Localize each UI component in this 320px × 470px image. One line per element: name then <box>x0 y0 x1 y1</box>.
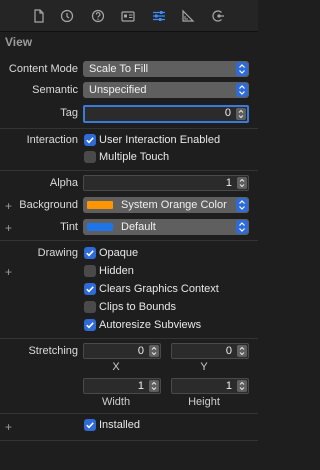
stepper-icon[interactable] <box>149 380 159 392</box>
divider <box>0 440 258 441</box>
stretching-y-field[interactable]: 0 <box>171 343 249 359</box>
stepper-icon[interactable] <box>237 177 247 189</box>
stepper-icon[interactable] <box>237 380 247 392</box>
alpha-value: 1 <box>225 177 232 189</box>
stretching-x-field[interactable]: 0 <box>83 343 161 359</box>
divider <box>0 413 258 414</box>
add-variation-icon[interactable]: + <box>5 266 12 278</box>
content-mode-value: Scale To Fill <box>89 63 149 75</box>
multiple-touch-checkbox[interactable] <box>84 151 96 163</box>
stretching-x-label: X <box>112 361 120 373</box>
stretching-height-field[interactable]: 1 <box>171 378 249 394</box>
stretching-label: Stretching <box>28 345 78 357</box>
history-icon[interactable] <box>60 9 74 23</box>
background-value: System Orange Color <box>121 199 227 211</box>
help-icon[interactable] <box>91 9 105 23</box>
connections-arrow-icon[interactable] <box>211 9 225 23</box>
background-color-swatch <box>87 201 113 209</box>
divider <box>0 240 258 241</box>
chevron-updown-icon <box>236 83 248 97</box>
hidden-checkbox[interactable] <box>84 265 96 277</box>
stretching-y-label: Y <box>200 361 208 373</box>
stretching-width-value: 1 <box>137 380 144 392</box>
divider <box>0 338 258 339</box>
checkmark-icon <box>86 422 94 429</box>
stretching-width-field[interactable]: 1 <box>83 378 161 394</box>
stretching-width-label: Width <box>101 396 131 408</box>
opaque-checkbox[interactable] <box>84 247 96 259</box>
tag-field[interactable]: 0 <box>83 105 249 123</box>
background-color-popup[interactable]: System Orange Color <box>83 197 249 213</box>
interaction-label: Interaction <box>26 134 78 146</box>
stretching-y-value: 0 <box>225 345 232 357</box>
size-ruler-icon[interactable] <box>181 9 195 23</box>
autoresize-label: Autoresize Subviews <box>99 319 202 331</box>
semantic-popup[interactable]: Unspecified <box>83 82 249 98</box>
alpha-label: Alpha <box>49 177 78 189</box>
chevron-updown-icon <box>236 198 248 212</box>
clips-to-bounds-checkbox[interactable] <box>84 301 96 313</box>
clears-graphics-checkbox[interactable] <box>84 283 96 295</box>
stepper-icon[interactable] <box>149 345 159 357</box>
checkmark-icon <box>86 322 94 329</box>
chevron-updown-icon <box>236 62 248 76</box>
alpha-field[interactable]: 1 <box>83 175 249 191</box>
tint-value: Default <box>121 221 156 233</box>
checkmark-icon <box>86 137 94 144</box>
checkmark-icon <box>86 286 94 293</box>
stretching-x-value: 0 <box>137 345 144 357</box>
attributes-sliders-icon[interactable] <box>152 9 166 23</box>
opaque-label: Opaque <box>99 247 139 259</box>
divider <box>0 128 258 129</box>
user-interaction-label: User Interaction Enabled <box>99 134 221 146</box>
stretching-height-value: 1 <box>225 380 232 392</box>
tint-label: Tint <box>60 221 78 233</box>
autoresize-checkbox[interactable] <box>84 319 96 331</box>
stepper-icon[interactable] <box>237 345 247 357</box>
divider <box>0 170 258 171</box>
content-mode-label: Content Mode <box>8 63 78 75</box>
file-icon[interactable] <box>32 9 46 23</box>
chevron-updown-icon <box>236 220 248 234</box>
tag-label: Tag <box>60 107 78 119</box>
add-variation-icon[interactable]: + <box>5 421 12 433</box>
stepper-icon[interactable] <box>236 108 246 120</box>
tint-color-swatch <box>87 223 113 231</box>
installed-checkbox[interactable] <box>84 419 96 431</box>
semantic-value: Unspecified <box>89 84 147 96</box>
hidden-label: Hidden <box>99 265 134 277</box>
clears-graphics-label: Clears Graphics Context <box>99 283 219 295</box>
identity-card-icon[interactable] <box>121 9 135 23</box>
section-title: View <box>5 35 33 49</box>
background-label: Background <box>19 199 78 211</box>
user-interaction-checkbox[interactable] <box>84 134 96 146</box>
content-mode-popup[interactable]: Scale To Fill <box>83 61 249 77</box>
checkmark-icon <box>86 250 94 257</box>
installed-label: Installed <box>99 419 140 431</box>
inspector-toolbar <box>0 0 258 32</box>
stretching-height-label: Height <box>188 396 220 408</box>
tag-value: 0 <box>224 107 231 119</box>
semantic-label: Semantic <box>32 84 78 96</box>
clips-to-bounds-label: Clips to Bounds <box>99 301 177 313</box>
tint-color-popup[interactable]: Default <box>83 219 249 235</box>
multiple-touch-label: Multiple Touch <box>99 151 170 163</box>
drawing-label: Drawing <box>37 247 78 259</box>
